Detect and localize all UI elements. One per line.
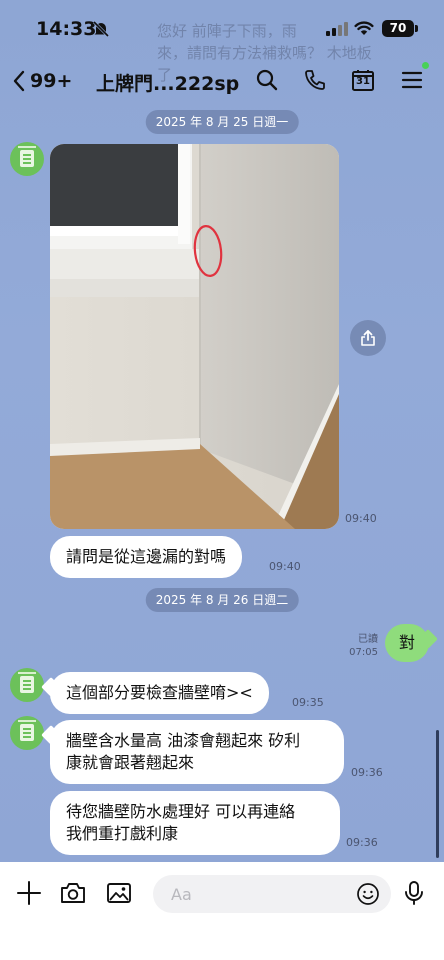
battery-indicator: 70	[382, 20, 414, 37]
message-timestamp: 09:36	[346, 836, 378, 849]
share-button[interactable]	[350, 320, 386, 356]
date-separator: 2025 年 8 月 26 日週二	[145, 588, 299, 612]
avatar[interactable]	[10, 668, 44, 702]
chevron-left-icon	[13, 70, 25, 92]
message-line: 我們重打戲利康	[66, 824, 179, 843]
message-line: 康就會跟著翹起來	[66, 753, 195, 772]
plus-icon	[17, 881, 41, 905]
input-bar	[0, 862, 444, 960]
message-timestamp: 09:35	[292, 696, 324, 709]
search-button[interactable]	[253, 66, 281, 94]
photo-timestamp: 09:40	[345, 512, 377, 525]
calendar-day: 31	[356, 76, 370, 87]
message-line: 牆壁含水量高 油漆會翹起來 矽利	[66, 731, 301, 750]
document-icon	[20, 150, 34, 167]
battery-tip	[415, 25, 418, 32]
message-timestamp: 09:36	[351, 766, 383, 779]
menu-icon	[401, 71, 423, 89]
avatar-line	[18, 720, 36, 722]
calendar-button[interactable]: 31	[349, 66, 377, 94]
document-icon	[20, 676, 34, 693]
message-bubble[interactable]: 待您牆壁防水處理好 可以再連絡 我們重打戲利康	[50, 791, 340, 855]
wall-corner-photo	[50, 144, 339, 529]
message-timestamp: 09:40	[269, 560, 301, 573]
date-separator: 2025 年 8 月 25 日週一	[145, 110, 299, 134]
phone-icon	[305, 70, 325, 90]
mute-bell-icon	[92, 20, 110, 38]
document-icon	[20, 724, 34, 741]
my-message-bubble[interactable]: 對	[385, 624, 430, 662]
gallery-button[interactable]	[104, 878, 134, 908]
read-receipt: 已讀 07:05	[349, 634, 378, 658]
message-bubble[interactable]: 請問是從這邊漏的對嗎	[50, 536, 243, 578]
signal-icon	[326, 22, 348, 36]
photo-message[interactable]	[50, 144, 339, 529]
microphone-icon	[405, 881, 423, 905]
unread-count: 99+	[30, 70, 73, 92]
emoji-icon[interactable]	[356, 882, 380, 906]
scroll-indicator[interactable]	[436, 730, 439, 858]
camera-button[interactable]	[58, 878, 88, 908]
message-bubble[interactable]: 這個部分要檢查牆壁唷><	[50, 672, 269, 714]
avatar[interactable]	[10, 142, 44, 176]
status-bar: 14:33 70	[0, 0, 444, 58]
menu-button[interactable]	[398, 66, 426, 94]
status-time: 14:33	[36, 18, 97, 40]
wifi-icon	[354, 21, 374, 35]
avatar-line	[18, 672, 36, 674]
search-icon	[256, 69, 278, 91]
avatar-line	[18, 146, 36, 148]
share-icon	[361, 330, 375, 346]
avatar[interactable]	[10, 716, 44, 750]
call-button[interactable]	[301, 66, 329, 94]
notification-dot	[422, 62, 429, 69]
message-bubble[interactable]: 牆壁含水量高 油漆會翹起來 矽利 康就會跟著翹起來	[50, 720, 344, 784]
chat-title[interactable]: 上牌門...222sp	[96, 69, 239, 96]
camera-icon	[61, 883, 85, 903]
back-button[interactable]: 99+	[12, 66, 72, 96]
message-line: 待您牆壁防水處理好 可以再連絡	[66, 802, 296, 821]
image-icon	[107, 883, 131, 903]
voice-button[interactable]	[399, 878, 429, 908]
chat-header: 99+ 上牌門...222sp 31	[0, 58, 444, 104]
add-button[interactable]	[14, 878, 44, 908]
